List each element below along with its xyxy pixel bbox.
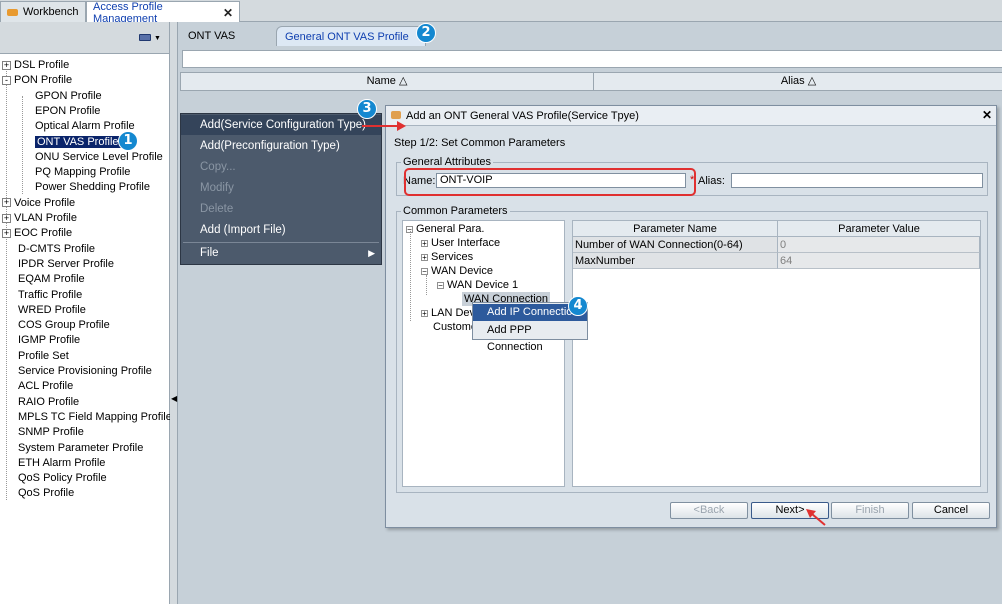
arrow-to-dialog-head: [397, 121, 406, 131]
step-badge-3: 3: [357, 99, 377, 119]
step-badge-4: 4: [568, 296, 588, 316]
arrow-to-next: [811, 513, 826, 526]
annotation-arrows: [362, 121, 826, 526]
step-badge-2: 2: [416, 23, 436, 43]
step-badge-1: 1: [118, 131, 138, 151]
